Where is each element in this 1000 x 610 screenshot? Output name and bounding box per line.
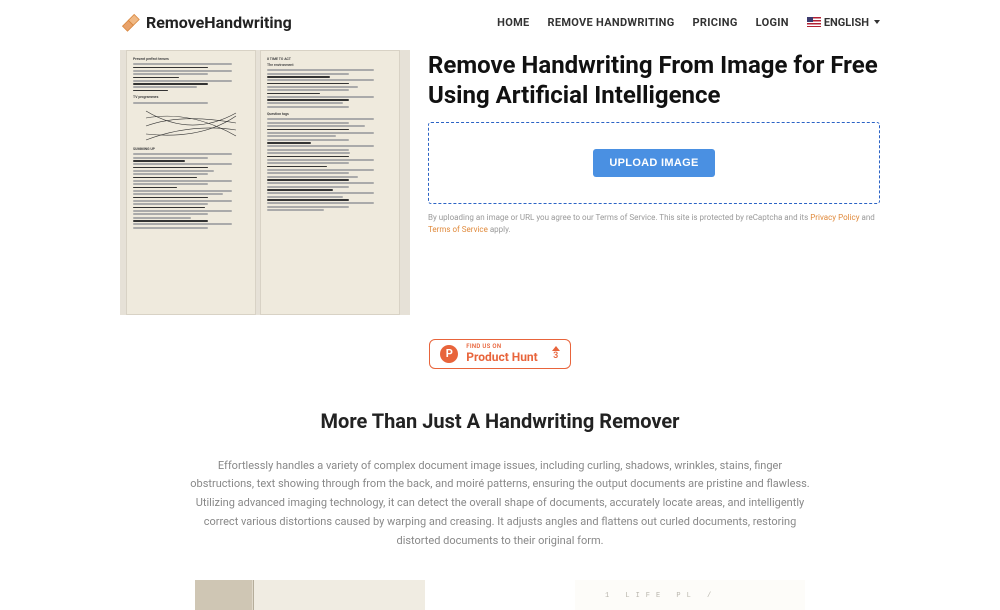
- logo[interactable]: RemoveHandwriting: [120, 12, 292, 32]
- page-title: Remove Handwriting From Image for Free U…: [428, 50, 880, 110]
- nav-remove-handwriting[interactable]: REMOVE HANDWRITING: [548, 16, 675, 29]
- producthunt-badge-wrap: P FIND US ON Product Hunt 3: [120, 339, 880, 369]
- privacy-policy-link[interactable]: Privacy Policy: [810, 213, 859, 222]
- producthunt-icon: P: [440, 345, 458, 363]
- hero-content: Remove Handwriting From Image for Free U…: [428, 50, 880, 315]
- producthunt-upvote: 3: [552, 346, 560, 361]
- language-label: ENGLISH: [824, 16, 869, 29]
- chevron-down-icon: [874, 20, 880, 24]
- section-description: Effortlessly handles a variety of comple…: [190, 457, 810, 550]
- hero-section: Present perfect tenses TV programmes: [120, 50, 880, 315]
- producthunt-name: Product Hunt: [466, 351, 537, 364]
- logo-text: RemoveHandwriting: [146, 13, 292, 32]
- upload-button[interactable]: UPLOAD IMAGE: [593, 149, 714, 177]
- eraser-icon: [120, 12, 140, 32]
- nav-login[interactable]: LOGIN: [756, 16, 789, 29]
- upload-disclaimer: By uploading an image or URL you agree t…: [428, 212, 880, 236]
- producthunt-badge[interactable]: P FIND US ON Product Hunt 3: [429, 339, 570, 369]
- flag-icon: [807, 17, 821, 27]
- feature-images: 1 LIFE PL /: [120, 580, 880, 610]
- language-selector[interactable]: ENGLISH: [807, 16, 880, 29]
- nav-home[interactable]: HOME: [497, 16, 529, 29]
- sample-document-image: Present perfect tenses TV programmes: [120, 50, 410, 315]
- main-nav: HOME REMOVE HANDWRITING PRICING LOGIN EN…: [497, 16, 880, 29]
- feature-image-before: [195, 580, 425, 610]
- section-title: More Than Just A Handwriting Remover: [120, 409, 880, 433]
- terms-of-service-link[interactable]: Terms of Service: [428, 225, 488, 234]
- nav-pricing[interactable]: PRICING: [693, 16, 738, 29]
- producthunt-count: 3: [553, 351, 558, 361]
- upload-dropzone[interactable]: UPLOAD IMAGE: [428, 122, 880, 204]
- feature-image-after: 1 LIFE PL /: [575, 580, 805, 610]
- header: RemoveHandwriting HOME REMOVE HANDWRITIN…: [120, 0, 880, 44]
